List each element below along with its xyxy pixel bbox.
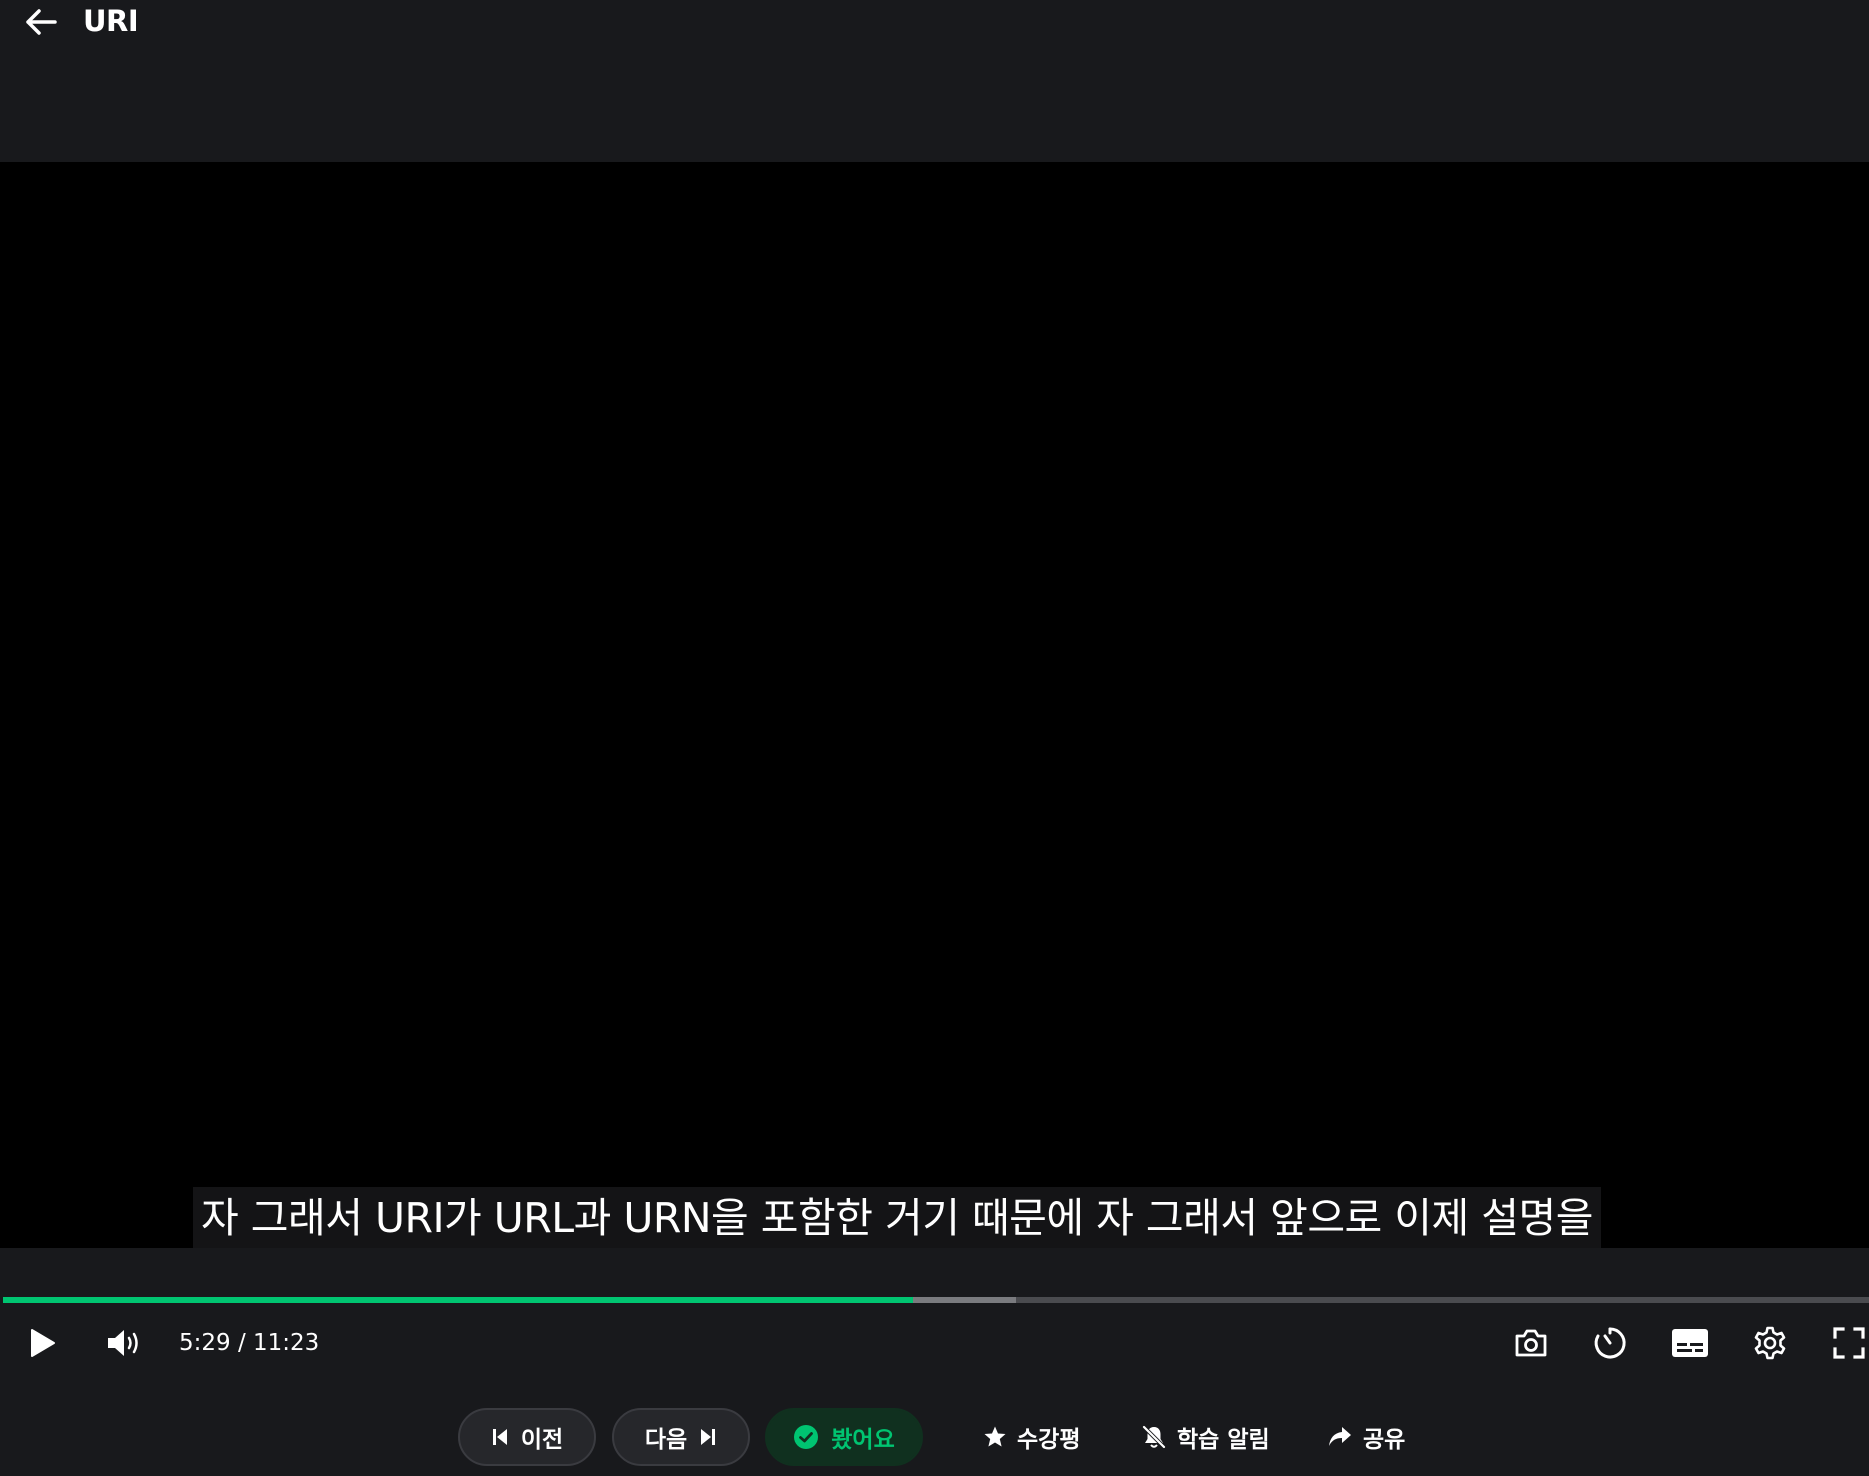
prev-lesson-label: 이전 <box>520 1427 564 1453</box>
subtitle-caption: 자 그래서 URI가 URL과 URN을 포함한 거기 때문에 자 그래서 앞으… <box>193 1187 1601 1249</box>
next-lesson-button[interactable]: 다음 <box>612 1408 750 1466</box>
volume-button[interactable] <box>100 1323 148 1363</box>
study-alarm-button[interactable]: 학습 알림 <box>1141 1408 1270 1466</box>
bell-off-icon <box>1142 1425 1166 1449</box>
play-icon <box>31 1329 55 1357</box>
check-circle-icon <box>794 1425 819 1449</box>
timer-icon <box>1594 1327 1626 1359</box>
progress-played <box>3 1297 913 1303</box>
share-label: 공유 <box>1363 1427 1406 1453</box>
camera-icon <box>1515 1329 1547 1357</box>
fullscreen-button[interactable] <box>1829 1322 1869 1364</box>
fullscreen-icon <box>1833 1327 1865 1359</box>
screenshot-button[interactable] <box>1510 1322 1552 1364</box>
review-button[interactable]: 수강평 <box>983 1408 1080 1466</box>
video-surface[interactable] <box>0 162 1869 1248</box>
watched-button[interactable]: 봤어요 <box>765 1408 923 1466</box>
header: URI <box>0 0 1869 162</box>
captions-button[interactable] <box>1669 1322 1711 1364</box>
speed-button[interactable] <box>1589 1322 1631 1364</box>
arrow-left-icon <box>26 9 57 35</box>
next-lesson-label: 다음 <box>644 1427 688 1453</box>
star-icon <box>984 1426 1006 1447</box>
skip-next-icon <box>701 1429 716 1445</box>
gear-icon <box>1754 1326 1786 1360</box>
volume-icon <box>108 1330 138 1356</box>
share-button[interactable]: 공유 <box>1327 1408 1405 1466</box>
progress-bar[interactable] <box>3 1297 1869 1303</box>
page-title: URI <box>83 4 139 38</box>
skip-previous-icon <box>492 1429 507 1445</box>
study-alarm-label: 학습 알림 <box>1177 1427 1270 1453</box>
video-player-page: URI 자 그래서 URI가 URL과 URN을 포함한 거기 때문에 자 그래… <box>0 0 1869 1476</box>
review-label: 수강평 <box>1017 1427 1081 1453</box>
share-icon <box>1329 1427 1351 1446</box>
prev-lesson-button[interactable]: 이전 <box>458 1408 596 1466</box>
settings-button[interactable] <box>1749 1322 1791 1364</box>
time-display: 5:29 / 11:23 <box>179 1330 320 1356</box>
watched-label: 봤어요 <box>831 1427 895 1453</box>
back-button[interactable] <box>18 2 64 42</box>
subtitles-icon <box>1672 1329 1708 1357</box>
play-button[interactable] <box>22 1323 62 1363</box>
